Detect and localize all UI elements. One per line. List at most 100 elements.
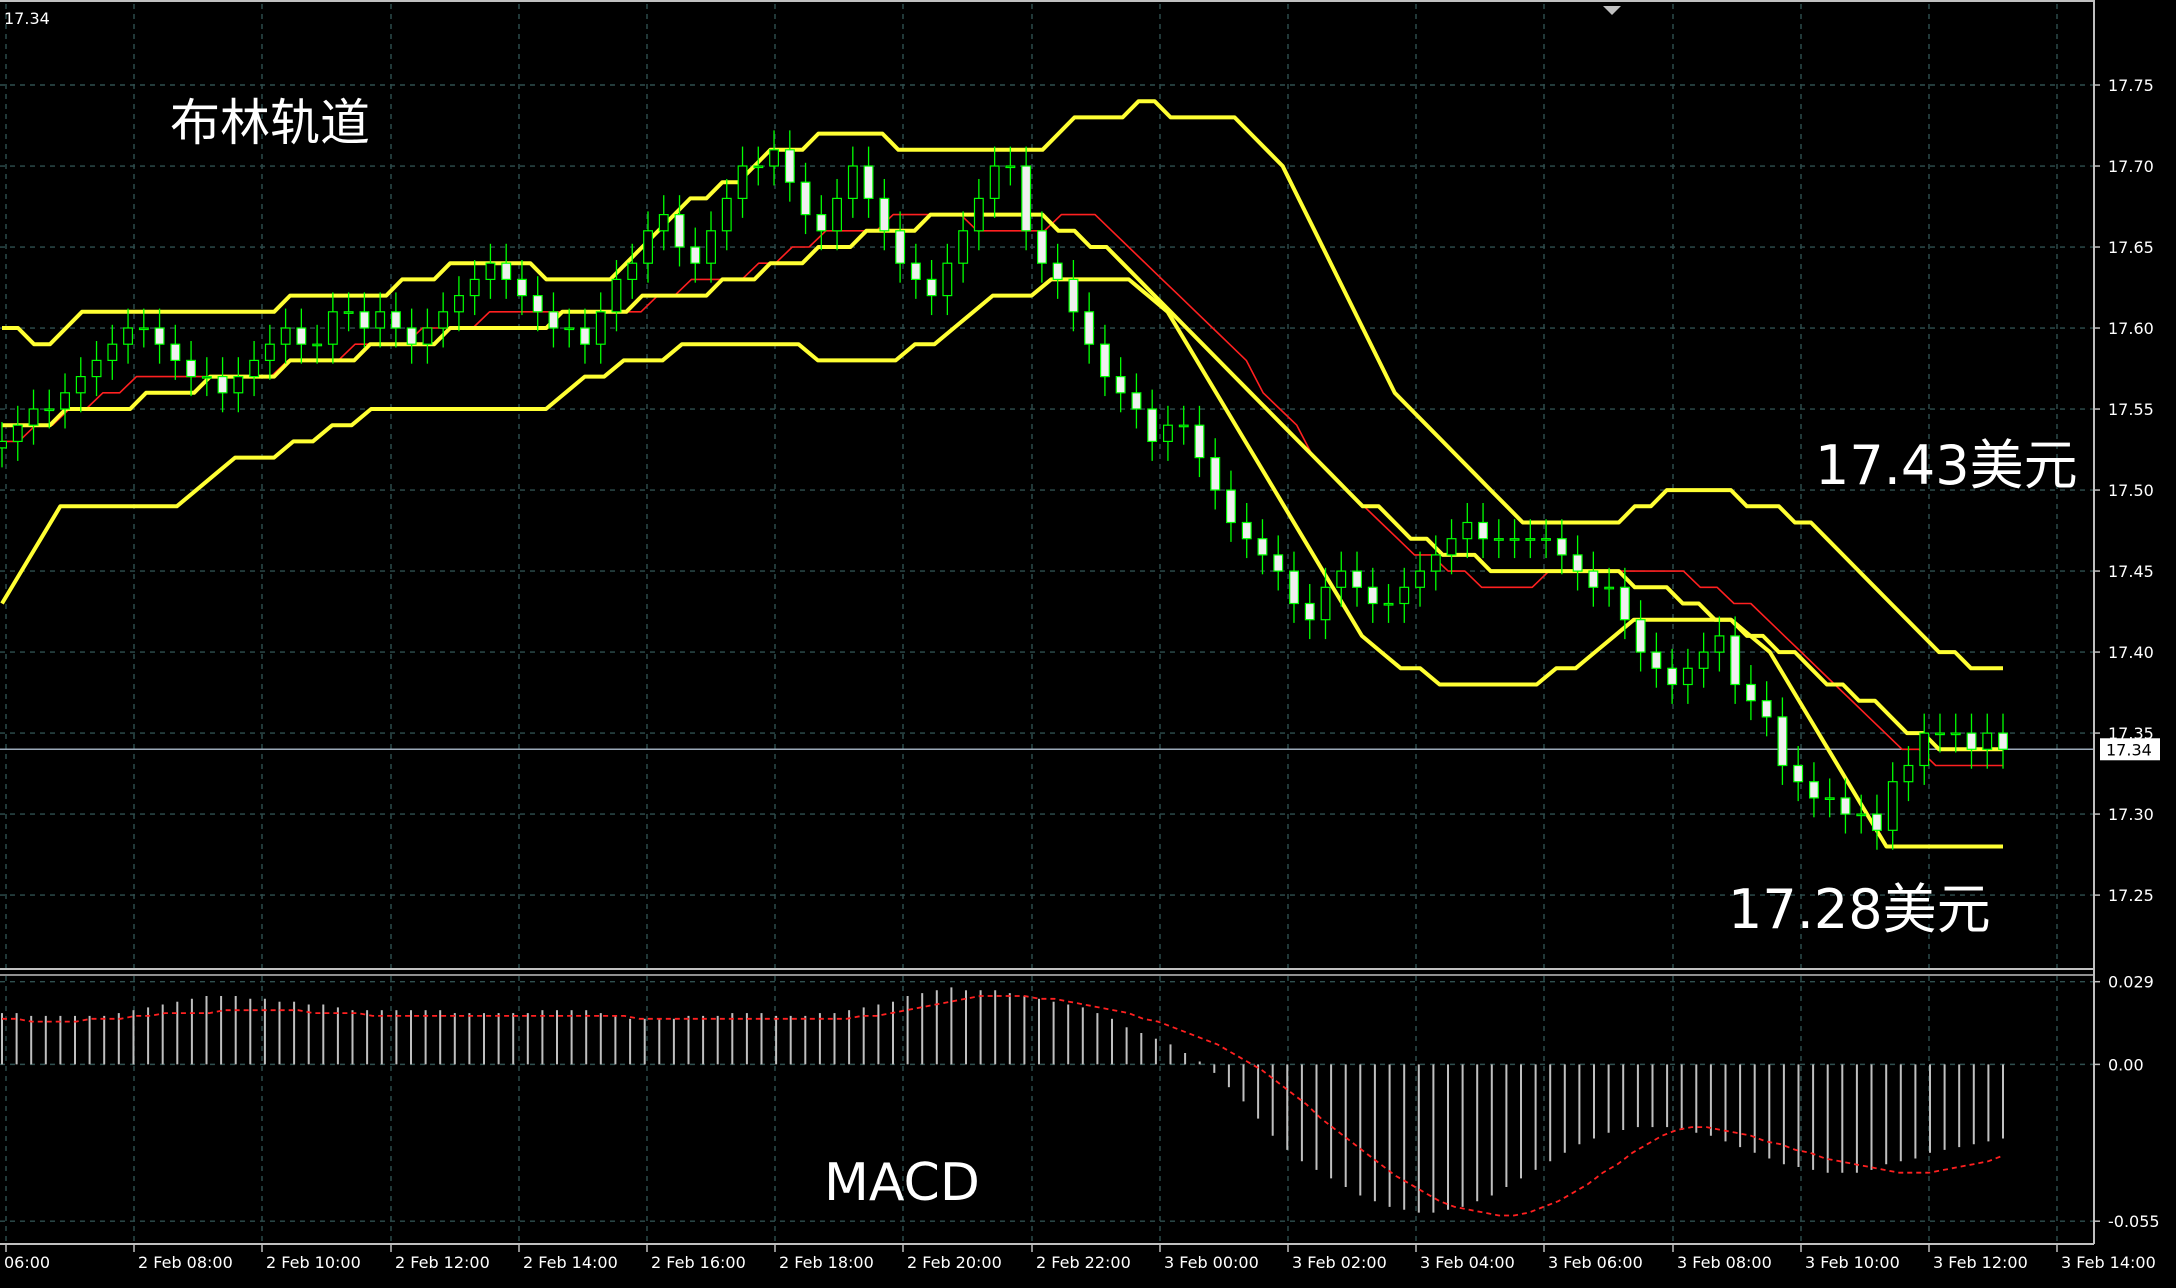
candle-bull [469,278,480,297]
candle-bull [1934,732,1945,736]
time-tick-label: 06:00 [4,1253,50,1272]
candle-bull [0,440,7,449]
candle-bear [1651,651,1662,669]
candle-bull [75,376,86,394]
candle-bear [391,311,401,329]
candle-bull [847,165,858,200]
candle-bear [1667,667,1678,686]
candle-bear [296,327,307,345]
time-tick-label: 2 Feb 10:00 [266,1253,361,1272]
candle-bear [1194,424,1205,459]
time-tick-label: 2 Feb 18:00 [779,1253,874,1272]
candle-bear [1730,635,1741,686]
candle-bull [1824,797,1835,801]
candle-bull [942,262,953,297]
price-tick-label: 17.75 [2108,76,2154,95]
candle-bull [832,197,843,232]
candle-bull [1383,602,1394,606]
lower-value-annotation: 17.28美元 [1728,878,1991,941]
candle-bull [1446,538,1457,556]
candle-bull [1399,586,1410,605]
candle-bull [595,311,606,345]
time-tick-label: 2 Feb 14:00 [523,1253,618,1272]
candle-bear [1840,797,1851,815]
top-left-price: 17.34 [4,9,50,28]
price-tick-label: 17.40 [2108,643,2154,662]
candle-bull [1714,635,1725,653]
time-tick-label: 2 Feb 22:00 [1036,1253,1131,1272]
candle-bear [170,343,181,362]
candle-bear [690,246,701,264]
candle-bull [1541,538,1551,541]
candle-bull [264,343,275,362]
candle-bear [1761,700,1772,718]
candle-bear [1367,586,1378,605]
candle-bear [1871,813,1882,831]
candle-bull [233,376,244,394]
price-tick-label: 17.45 [2108,562,2154,581]
candle-bear [1273,554,1284,572]
candle-bear [863,165,874,200]
candle-bull [438,311,449,329]
candle-bull [973,197,984,232]
candle-bull [60,392,71,410]
candle-bull [12,424,23,443]
candle-bear [1556,538,1567,556]
candle-bear [1099,343,1110,378]
candle-bear [1147,408,1158,443]
candle-bear [186,359,196,378]
candle-bull [91,359,102,378]
candle-bull [958,230,969,264]
candle-bull [123,327,133,345]
candle-bull [627,262,638,281]
candle-bear [926,278,937,297]
trading-chart: 17.75 17.70 17.65 17.60 17.55 17.50 17.45 17.40… [0,0,2176,1288]
candle-bear [1966,732,1977,750]
time-tick-label: 3 Feb 08:00 [1677,1253,1772,1272]
macd-tick-label: -0.055 [2108,1212,2160,1231]
candle-bear [879,197,890,232]
candle-bull [1493,538,1504,541]
candle-bull [454,295,464,313]
candle-bull [249,359,260,378]
price-tick-label: 17.25 [2108,886,2154,905]
candle-bull [753,165,764,169]
candle-bull [1415,570,1425,588]
candle-bear [406,327,417,345]
chart-background [0,0,2176,1288]
candle-bear [359,311,370,329]
candle-bear [1588,570,1599,588]
candle-bear [1619,586,1630,621]
candle-bear [516,278,527,297]
candle-bull [1430,554,1441,572]
candle-bear [1257,538,1268,556]
candle-bull [138,327,149,331]
candle-bull [611,278,622,313]
candle-bull [28,408,39,426]
macd-tick-label: 0.029 [2108,973,2154,992]
candle-bull [312,343,323,347]
candle-bear [895,230,906,264]
price-tick-label: 17.65 [2108,238,2154,257]
candle-bull [1005,165,1016,169]
candle-bear [1304,602,1315,621]
candle-bull [1462,521,1473,540]
candle-bull [280,327,291,345]
candle-bull [989,165,1000,200]
candle-bear [674,214,685,248]
candle-bull [1178,424,1189,428]
time-tick-label: 2 Feb 16:00 [651,1253,746,1272]
candle-bear [548,311,559,329]
candle-bear [800,181,811,216]
candle-bear [217,376,228,394]
time-tick-label: 3 Feb 02:00 [1292,1253,1387,1272]
candle-bear [1021,165,1032,232]
time-tick-label: 3 Feb 12:00 [1933,1253,2028,1272]
time-tick-label: 3 Feb 00:00 [1164,1253,1259,1272]
candle-bull [1903,764,1914,783]
current-price-label: 17.34 [2106,740,2152,759]
candle-bull [1682,667,1693,686]
candle-bull [737,165,748,200]
candle-bear [1225,489,1236,524]
candle-bear [154,327,165,345]
